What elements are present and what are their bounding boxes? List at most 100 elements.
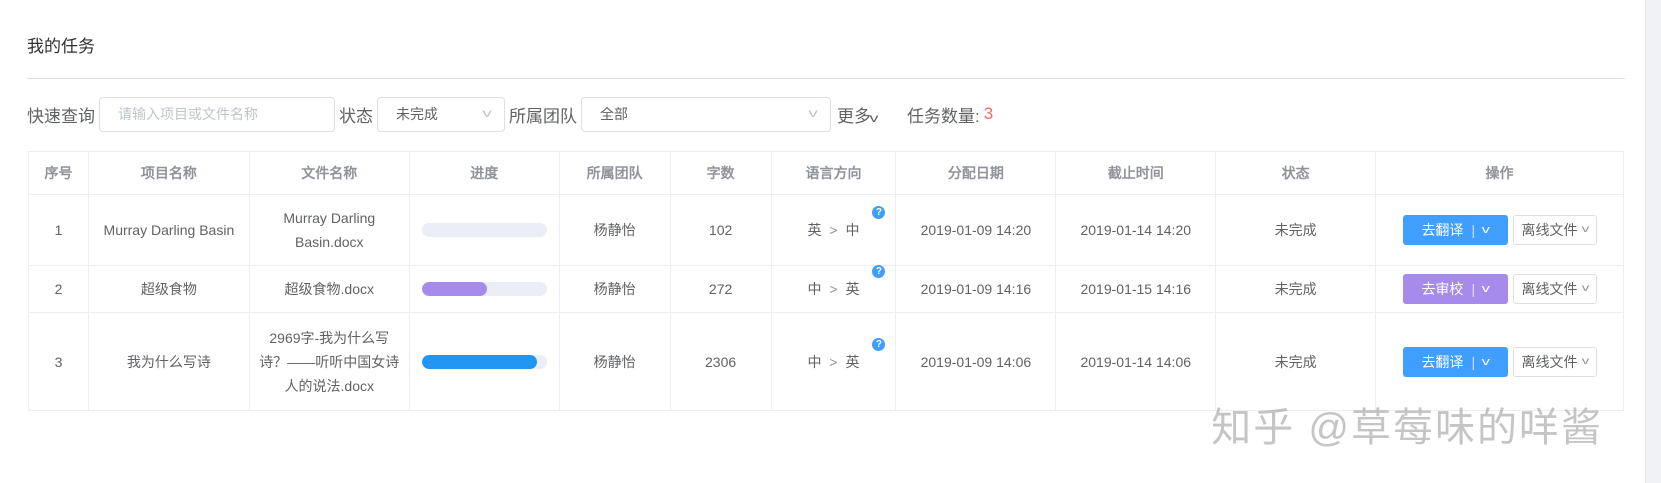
column-header: 所属团队 — [558, 151, 671, 195]
chevron-down-icon: v — [1581, 355, 1589, 367]
status: 未完成 — [1215, 265, 1377, 313]
column-header: 状态 — [1215, 151, 1377, 195]
divider — [27, 78, 1625, 79]
project-name: Murray Darling Basin — [87, 194, 250, 266]
row-number: 3 — [28, 312, 89, 411]
source-language: 英 — [807, 222, 822, 238]
column-header: 分配日期 — [895, 151, 1057, 195]
column-header: 项目名称 — [87, 151, 250, 195]
chevron-down-icon[interactable]: v — [1482, 350, 1490, 374]
file-name: 超级食物.docx — [248, 265, 410, 313]
task-count-label: 任务数量: — [907, 106, 980, 126]
offline-file-label: 离线文件 — [1521, 222, 1578, 238]
language-direction: 中 > 英? — [770, 265, 897, 313]
watermark: 知乎 @草莓味的咩酱 — [1211, 406, 1603, 450]
chevron-down-icon: v — [1581, 283, 1589, 294]
arrow-right-icon: > — [829, 281, 838, 297]
assigned-date: 2019-01-09 14:06 — [895, 312, 1057, 411]
offline-file-dropdown[interactable]: 离线文件 v — [1512, 274, 1597, 304]
deadline: 2019-01-14 14:20 — [1055, 194, 1217, 266]
source-language: 中 — [807, 281, 822, 297]
chevron-down-icon[interactable]: v — [1482, 277, 1490, 301]
project-name: 超级食物 — [87, 265, 250, 313]
file-name: 2969字-我为什么写诗？——听听中国女诗人的说法.docx — [248, 312, 410, 411]
target-language: 英 — [845, 353, 860, 370]
assigned-date: 2019-01-09 14:20 — [895, 194, 1057, 266]
task-table: 序号 项目名称 文件名称 进度 所属团队 字数 语言方向 分配日期 截止时间 状态 操作 1 Mur… — [28, 151, 1624, 411]
language-direction: 中 > 英? — [770, 312, 897, 411]
column-header: 截止时间 — [1055, 151, 1217, 195]
quick-search-input[interactable]: 请输入项目或文件名称 — [99, 96, 335, 132]
team: 杨静怡 — [558, 312, 671, 411]
progress-fill — [421, 282, 487, 296]
task-panel: 我的任务 快速查询 请输入项目或文件名称 状态 未完成 v 所属团队 全部 v 更多… — [0, 0, 1646, 483]
action-split-button[interactable]: 去翻译 | v — [1402, 215, 1508, 245]
column-header: 语言方向 — [770, 151, 897, 195]
separator: | — [1471, 222, 1476, 238]
word-count: 102 — [669, 194, 772, 266]
team: 杨静怡 — [558, 194, 671, 266]
word-count: 272 — [669, 265, 772, 313]
word-count: 2306 — [669, 312, 772, 411]
more-label: 更多 — [837, 106, 871, 126]
chevron-down-icon[interactable]: v — [1482, 218, 1490, 242]
column-header: 文件名称 — [248, 151, 410, 195]
row-number: 1 — [28, 194, 89, 266]
progress-bar — [421, 282, 547, 296]
team-select-value: 全部 — [600, 106, 628, 122]
file-name: Murray Darling Basin.docx — [248, 194, 410, 266]
status-select-value: 未完成 — [396, 106, 438, 122]
quick-search-placeholder: 请输入项目或文件名称 — [118, 106, 258, 122]
source-language: 中 — [807, 353, 822, 370]
column-header: 操作 — [1375, 151, 1624, 195]
team-select[interactable]: 全部 v — [581, 96, 831, 132]
table-row: 1 Murray Darling Basin Murray Darling Ba… — [28, 194, 1624, 266]
action-split-button[interactable]: 去翻译 | v — [1402, 346, 1508, 377]
status-select[interactable]: 未完成 v — [377, 96, 505, 132]
column-header: 序号 — [28, 151, 89, 195]
deadline: 2019-01-15 14:16 — [1055, 265, 1217, 313]
chevron-down-icon: v — [1581, 224, 1589, 235]
chevron-down-icon: v — [869, 110, 879, 125]
offline-file-dropdown[interactable]: 离线文件 v — [1512, 215, 1597, 245]
more-filters-toggle[interactable]: 更多 v — [837, 102, 879, 127]
project-name: 我为什么写诗 — [87, 312, 250, 411]
target-language: 中 — [845, 222, 860, 238]
arrow-right-icon: > — [829, 353, 838, 370]
action-label[interactable]: 去翻译 — [1421, 350, 1463, 374]
team-label: 所属团队 — [509, 106, 577, 126]
action-label[interactable]: 去翻译 — [1421, 218, 1463, 242]
chevron-down-icon: v — [808, 105, 818, 120]
progress-cell — [408, 265, 560, 313]
progress-fill — [421, 354, 537, 369]
quick-search-label: 快速查询 — [27, 106, 95, 126]
page-title: 我的任务 — [27, 37, 95, 56]
arrow-right-icon: > — [829, 222, 838, 238]
deadline: 2019-01-14 14:06 — [1055, 312, 1217, 411]
chevron-down-icon: v — [482, 105, 492, 120]
action-label[interactable]: 去审校 — [1421, 277, 1463, 301]
table-row: 2 超级食物 超级食物.docx 杨静怡 272 中 > 英? 2019-01-… — [28, 265, 1624, 313]
column-header: 进度 — [408, 151, 560, 195]
progress-cell — [408, 312, 560, 411]
separator: | — [1471, 281, 1476, 297]
language-direction: 英 > 中? — [770, 194, 897, 266]
separator: | — [1471, 353, 1476, 370]
actions-cell: 去翻译 | v 离线文件 v — [1375, 194, 1624, 266]
actions-cell: 去审校 | v 离线文件 v — [1375, 265, 1624, 313]
assigned-date: 2019-01-09 14:16 — [895, 265, 1057, 313]
status: 未完成 — [1215, 194, 1377, 266]
status-label: 状态 — [339, 106, 373, 126]
progress-bar — [421, 354, 547, 369]
help-icon[interactable]: ? — [872, 265, 886, 278]
target-language: 英 — [845, 281, 860, 297]
action-split-button[interactable]: 去审校 | v — [1402, 274, 1508, 304]
column-header: 字数 — [669, 151, 772, 195]
team: 杨静怡 — [558, 265, 671, 313]
help-icon[interactable]: ? — [872, 206, 886, 219]
help-icon[interactable]: ? — [872, 337, 886, 351]
table-header: 序号 项目名称 文件名称 进度 所属团队 字数 语言方向 分配日期 截止时间 状态 操作 — [28, 151, 1624, 195]
task-count: 3 — [983, 104, 994, 123]
offline-file-dropdown[interactable]: 离线文件 v — [1512, 346, 1597, 377]
progress-cell — [408, 194, 560, 266]
